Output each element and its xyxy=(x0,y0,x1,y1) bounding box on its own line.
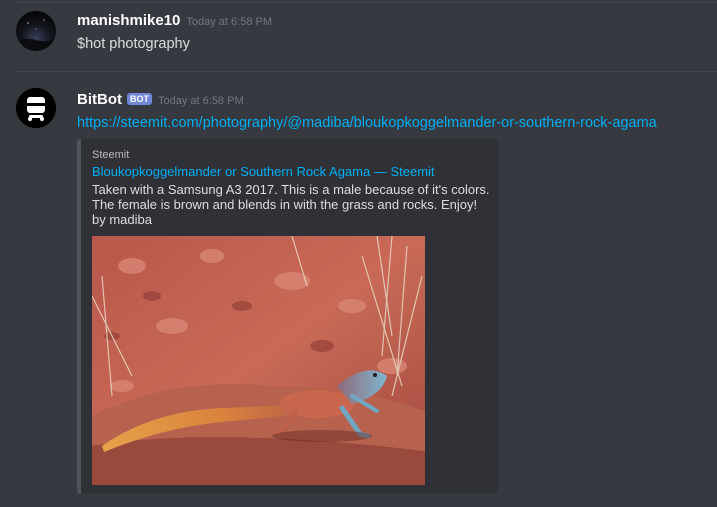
timestamp: Today at 6:58 PM xyxy=(186,16,272,28)
timestamp: Today at 6:58 PM xyxy=(158,95,244,107)
username[interactable]: BitBot xyxy=(77,91,122,108)
link-embed: Steemit Bloukopkoggelmander or Southern … xyxy=(77,139,498,494)
message-divider-top xyxy=(16,2,717,3)
night-sky-avatar-icon xyxy=(16,11,56,51)
message-text: $hot photography xyxy=(77,36,190,52)
embed-image[interactable] xyxy=(91,235,425,485)
bot-tag-badge: BOT xyxy=(127,93,152,105)
avatar[interactable] xyxy=(16,11,56,51)
steemit-link[interactable]: https://steemit.com/photography/@madiba/… xyxy=(77,115,657,131)
embed-description: Taken with a Samsung A3 2017. This is a … xyxy=(92,182,490,227)
avatar[interactable] xyxy=(16,88,56,128)
embed-provider[interactable]: Steemit xyxy=(92,149,129,161)
bot-avatar-icon xyxy=(16,88,56,128)
message-content: https://steemit.com/photography/@madiba/… xyxy=(77,115,657,131)
message-divider xyxy=(16,71,717,72)
username[interactable]: manishmike10 xyxy=(77,12,180,29)
embed-title-link[interactable]: Bloukopkoggelmander or Southern Rock Aga… xyxy=(92,164,435,179)
lizard-photo-icon xyxy=(91,235,425,485)
